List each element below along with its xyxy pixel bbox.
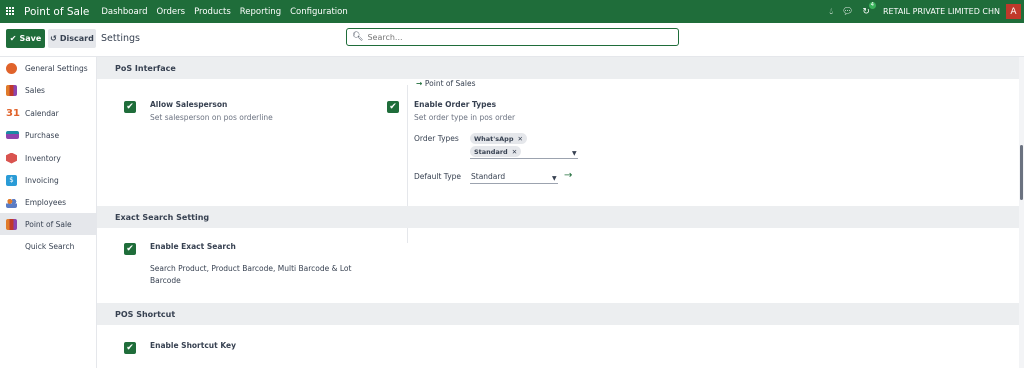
order-type-tag: Standard ✕ xyxy=(470,146,522,157)
settings-sidebar: General Settings Sales 31 Calendar Purch… xyxy=(0,57,97,368)
main-menu: Dashboard Orders Products Reporting Conf… xyxy=(101,7,356,17)
enable-exact-search-label: Enable Exact Search xyxy=(150,242,236,251)
section-header-pos-shortcut: POS Shortcut xyxy=(97,303,1019,325)
save-button[interactable]: ✔ Save xyxy=(6,29,45,48)
inventory-icon xyxy=(6,152,17,164)
sidebar-subitem-quick-search[interactable]: Quick Search xyxy=(25,242,74,251)
order-type-tag: What'sApp ✕ xyxy=(470,133,527,144)
search-input[interactable] xyxy=(367,32,668,42)
general-settings-icon xyxy=(6,62,17,74)
sidebar-item-purchase[interactable]: Purchase xyxy=(0,124,97,146)
sidebar-item-calendar[interactable]: 31 Calendar xyxy=(0,102,97,124)
sidebar-item-label: Purchase xyxy=(25,130,60,140)
default-type-select[interactable]: Standard xyxy=(471,172,505,181)
internal-link-arrow-icon[interactable]: → xyxy=(564,170,572,181)
search-icon: 🔍︎ xyxy=(352,32,364,42)
tag-label: What'sApp xyxy=(474,134,514,143)
order-types-field[interactable] xyxy=(470,158,578,159)
calendar-icon: 31 xyxy=(6,107,20,119)
point-of-sales-link[interactable]: → Point of Sales xyxy=(416,79,476,88)
invoicing-icon: $ xyxy=(6,174,17,186)
arrow-right-icon: → xyxy=(416,79,425,88)
enable-exact-search-checkbox[interactable]: ✔ xyxy=(124,243,136,255)
sidebar-item-label: Calendar xyxy=(25,108,59,118)
user-avatar[interactable]: A xyxy=(1006,4,1021,19)
sidebar-item-invoicing[interactable]: $ Invoicing xyxy=(0,169,97,191)
app-brand[interactable]: Point of Sale xyxy=(24,6,89,18)
section-header-exact-search: Exact Search Setting xyxy=(97,206,1019,228)
menu-dashboard[interactable]: Dashboard xyxy=(101,7,147,17)
exact-search-desc-line1: Search Product, Product Barcode, Multi B… xyxy=(150,264,352,273)
menu-orders[interactable]: Orders xyxy=(156,7,185,17)
save-label: Save xyxy=(19,34,42,43)
enable-order-types-checkbox[interactable]: ✔ xyxy=(387,101,399,113)
link-label: Point of Sales xyxy=(424,79,476,88)
allow-salesperson-checkbox[interactable]: ✔ xyxy=(124,101,136,113)
menu-reporting[interactable]: Reporting xyxy=(240,7,281,17)
employees-icon xyxy=(6,196,17,208)
activity-badge: 4 xyxy=(868,1,876,9)
sidebar-item-label: Invoicing xyxy=(25,175,59,185)
apps-grid-icon[interactable] xyxy=(6,7,15,16)
purchase-icon xyxy=(6,131,19,139)
sidebar-item-label: Employees xyxy=(25,197,67,207)
sidebar-item-inventory[interactable]: Inventory xyxy=(0,147,97,169)
settings-content: PoS Interface → Point of Sales ✔ Allow S… xyxy=(97,57,1019,368)
sidebar-item-point-of-sale[interactable]: Point of Sale xyxy=(0,213,97,235)
section-title: POS Shortcut xyxy=(115,309,176,319)
chevron-down-icon[interactable]: ▼ xyxy=(572,150,577,157)
allow-salesperson-label: Allow Salesperson xyxy=(150,100,228,109)
remove-tag-icon[interactable]: ✕ xyxy=(512,148,517,156)
scrollbar-thumb[interactable] xyxy=(1020,145,1023,200)
page-title: Settings xyxy=(101,33,140,44)
activity-icon[interactable]: ↻ 4 xyxy=(862,1,876,17)
droplet-icon[interactable]: 💧︎ xyxy=(829,7,833,17)
sidebar-item-general-settings[interactable]: General Settings xyxy=(0,57,97,79)
tag-label: Standard xyxy=(474,147,508,156)
sidebar-item-sales[interactable]: Sales xyxy=(0,79,97,101)
enable-shortcut-key-checkbox[interactable]: ✔ xyxy=(124,342,136,354)
navbar-systray: 💧︎ 💬︎ ↻ 4 RETAIL PRIVATE LIMITED CHN A xyxy=(829,0,1024,23)
section-title: PoS Interface xyxy=(115,63,176,73)
menu-configuration[interactable]: Configuration xyxy=(290,7,348,17)
control-panel: ✔ Save ↺ Discard Settings 🔍︎ xyxy=(0,23,1024,57)
exact-search-desc-line2: Barcode xyxy=(150,276,181,285)
sidebar-item-label: Point of Sale xyxy=(25,219,72,229)
sidebar-item-label: Sales xyxy=(25,85,45,95)
chat-icon[interactable]: 💬︎ xyxy=(842,7,853,17)
discard-label: Discard xyxy=(59,34,94,43)
menu-products[interactable]: Products xyxy=(194,7,231,17)
chevron-down-icon[interactable]: ▼ xyxy=(552,175,557,182)
vertical-scrollbar[interactable] xyxy=(1019,57,1024,368)
undo-icon: ↺ xyxy=(50,34,57,43)
remove-tag-icon[interactable]: ✕ xyxy=(518,135,523,143)
enable-shortcut-key-label: Enable Shortcut Key xyxy=(150,341,236,350)
sidebar-item-employees[interactable]: Employees xyxy=(0,191,97,213)
default-type-label: Default Type xyxy=(414,172,462,181)
check-icon: ✔ xyxy=(9,34,17,43)
section-header-pos-interface: PoS Interface xyxy=(97,57,1019,79)
sidebar-item-label: General Settings xyxy=(25,63,88,73)
allow-salesperson-desc: Set salesperson on pos orderline xyxy=(150,113,273,122)
sales-icon xyxy=(6,84,17,96)
search-box[interactable]: 🔍︎ xyxy=(346,28,679,46)
discard-button[interactable]: ↺ Discard xyxy=(48,29,96,48)
enable-order-types-label: Enable Order Types xyxy=(414,100,497,109)
top-navbar: Point of Sale Dashboard Orders Products … xyxy=(0,0,1024,23)
company-switcher[interactable]: RETAIL PRIVATE LIMITED CHN xyxy=(883,7,1000,16)
point-of-sale-icon xyxy=(6,218,17,230)
default-type-underline xyxy=(470,183,558,184)
order-types-label: Order Types xyxy=(414,134,459,143)
enable-order-types-desc: Set order type in pos order xyxy=(414,113,516,122)
section-title: Exact Search Setting xyxy=(115,212,210,222)
sidebar-item-label: Inventory xyxy=(25,153,61,163)
